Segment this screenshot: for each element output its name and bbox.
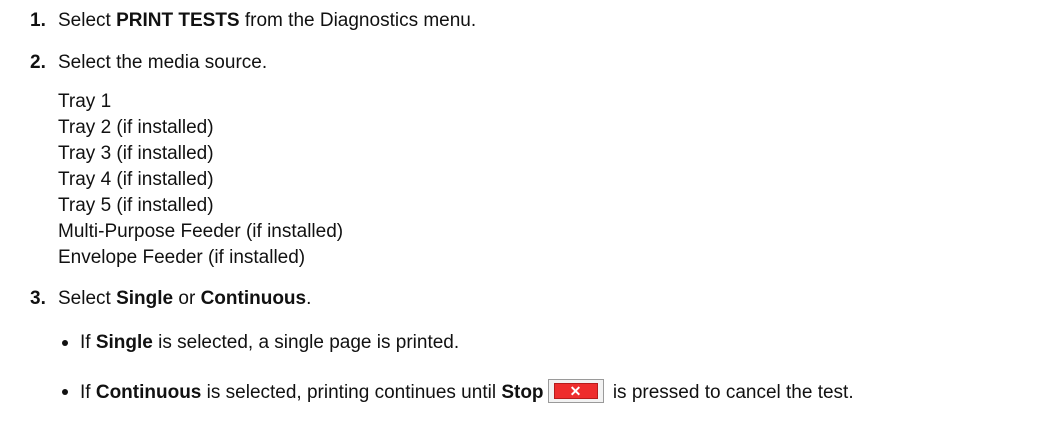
option-single: Single <box>116 288 174 309</box>
bullet-text-middle: is selected, printing continues until <box>201 382 502 403</box>
step-text-suffix: from the Diagnostics menu. <box>239 10 477 31</box>
step-text-prefix: Select <box>58 288 117 309</box>
option-continuous: Continuous <box>200 288 307 309</box>
step-text: Select PRINT TESTS from the Diagnostics … <box>58 8 476 34</box>
step-text: Select the media source. <box>58 52 268 73</box>
media-source-item: Tray 2 (if installed) <box>58 117 214 138</box>
step-number: 2. <box>30 52 46 73</box>
media-source-item: Tray 4 (if installed) <box>58 169 214 190</box>
media-source-item: Envelope Feeder (if installed) <box>58 247 306 268</box>
stop-x-icon: ✕ <box>553 383 598 399</box>
step-text-suffix: . <box>306 288 312 309</box>
step-text: Select Single or Continuous. <box>58 286 311 312</box>
step-number: 1. <box>30 10 46 31</box>
step-number: 3. <box>30 288 46 309</box>
instructions-page: 1. Select PRINT TESTS from the Diagnosti… <box>0 0 1042 431</box>
menu-item-print-tests: PRINT TESTS <box>116 10 240 31</box>
bullet-text: If Continuous is selected, printing cont… <box>80 379 854 406</box>
media-source-item: Tray 1 <box>58 91 112 112</box>
option-continuous: Continuous <box>95 382 202 403</box>
bullet-text: If Single is selected, a single page is … <box>80 330 459 356</box>
step-text-middle: or <box>173 288 201 309</box>
step-text-prefix: Select <box>58 10 117 31</box>
bullet-dot-icon <box>62 389 68 395</box>
option-single: Single <box>95 332 153 353</box>
bullet-dot-icon <box>62 340 68 346</box>
media-source-item: Tray 5 (if installed) <box>58 195 214 216</box>
stop-button: ✕ <box>547 379 604 403</box>
bullet-text-suffix: is selected, a single page is printed. <box>152 332 460 353</box>
media-source-item: Multi-Purpose Feeder (if installed) <box>58 221 344 242</box>
bullet-text-prefix: If <box>80 332 96 353</box>
bullet-text-suffix: is pressed to cancel the test. <box>607 382 854 403</box>
stop-label: Stop <box>501 382 544 403</box>
bullet-text-prefix: If <box>80 382 96 403</box>
media-source-item: Tray 3 (if installed) <box>58 143 214 164</box>
